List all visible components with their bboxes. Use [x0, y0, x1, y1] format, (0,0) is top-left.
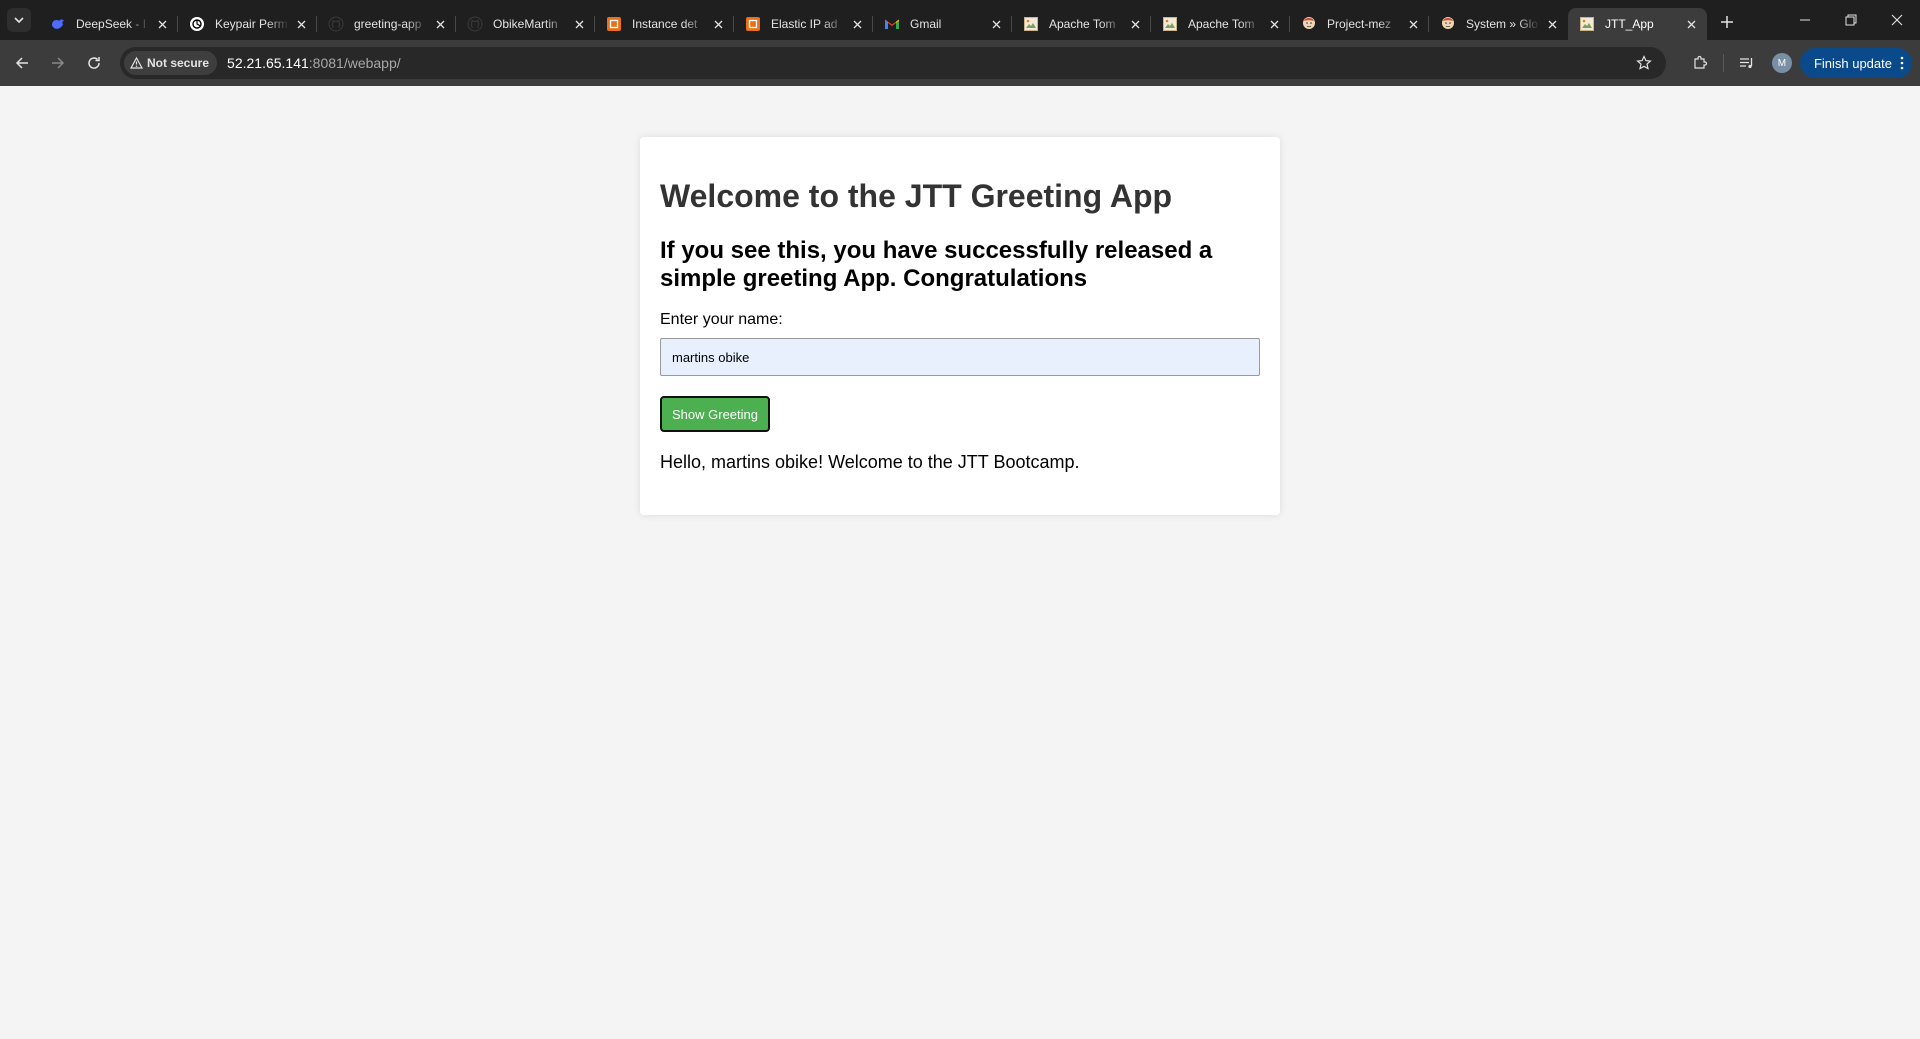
tab-title: Apache Tom [1188, 17, 1255, 31]
address-bar[interactable]: Not secure 52.21.65.141:8081/webapp/ [120, 47, 1666, 79]
url-text: 52.21.65.141:8081/webapp/ [227, 55, 401, 71]
arrow-left-icon [15, 57, 28, 69]
finish-update-button[interactable]: Finish update [1799, 48, 1912, 78]
jenkins-icon [1301, 16, 1317, 32]
profile-avatar[interactable]: M [1771, 53, 1792, 73]
tab-title: Project-mez [1327, 17, 1392, 31]
close-tab-icon[interactable] [432, 16, 448, 32]
success-message: If you see this, you have successfully r… [660, 237, 1213, 292]
close-tab-icon[interactable] [1127, 16, 1143, 32]
back-button[interactable] [5, 46, 39, 80]
browser-tab[interactable]: Gmail [873, 8, 1012, 40]
tab-title: ObikeMartin [493, 17, 558, 31]
browser-tab[interactable]: ObikeMartin [456, 8, 595, 40]
reload-button[interactable] [77, 46, 111, 80]
close-tab-icon[interactable] [1405, 16, 1421, 32]
greeting-output: Hello, martins obike! Welcome to the JTT… [660, 452, 1080, 472]
openai-icon [189, 16, 205, 32]
browser-tab[interactable]: Apache Tom [1151, 8, 1290, 40]
reload-icon [88, 57, 100, 69]
tab-title: Elastic IP ad [771, 17, 838, 31]
jenkins-icon [1440, 16, 1456, 32]
greeting-card: Welcome to the JTT Greeting App If you s… [640, 137, 1280, 515]
browser-tab[interactable]: greeting-app [317, 8, 456, 40]
tab-title: DeepSeek - I [76, 17, 147, 31]
close-tab-icon[interactable] [293, 16, 309, 32]
name-input[interactable] [660, 338, 1260, 376]
browser-tab[interactable]: JTT_App [1568, 8, 1707, 40]
tab-title: JTT_App [1605, 17, 1654, 31]
close-icon [1891, 14, 1903, 26]
show-greeting-button[interactable]: Show Greeting [660, 396, 770, 432]
media-controls-button[interactable] [1730, 46, 1764, 80]
media-queue-icon [1739, 58, 1753, 69]
tab-title: Keypair Perm [215, 17, 288, 31]
browser-tab[interactable]: DeepSeek - I [39, 8, 178, 40]
aws-icon [606, 16, 622, 32]
github-icon [328, 16, 344, 32]
arrow-right-icon [52, 57, 65, 69]
tab-title: System » Glo [1466, 17, 1539, 31]
restore-button[interactable] [1828, 0, 1874, 40]
broken-image-icon [1162, 16, 1178, 32]
close-tab-icon[interactable] [710, 16, 726, 32]
close-tab-icon[interactable] [1544, 16, 1560, 32]
github-icon [467, 16, 483, 32]
plus-icon [1721, 16, 1733, 28]
tab-title: Instance det [632, 17, 698, 31]
close-tab-icon[interactable] [571, 16, 587, 32]
tab-search-button[interactable] [7, 8, 31, 32]
name-label: Enter your name: [660, 311, 783, 328]
warning-icon [130, 57, 143, 69]
new-tab-button[interactable] [1713, 8, 1741, 36]
browser-tab[interactable]: Project-mez [1290, 8, 1429, 40]
gmail-icon [884, 16, 900, 32]
aws-icon [745, 16, 761, 32]
window-controls [1782, 0, 1920, 40]
url-path: :8081/webapp/ [308, 55, 401, 71]
browser-tab[interactable]: System » Glo [1429, 8, 1568, 40]
close-tab-icon[interactable] [1266, 16, 1282, 32]
puzzle-icon [1694, 55, 1707, 69]
security-label: Not secure [147, 56, 210, 70]
tab-strip: DeepSeek - I Keypair Perm greeting-app Obik… [0, 0, 1920, 40]
close-tab-icon[interactable] [1683, 16, 1699, 32]
toolbar-divider [1722, 54, 1724, 72]
finish-update-label: Finish update [1813, 55, 1892, 71]
url-host: 52.21.65.141 [227, 55, 309, 71]
tab-title: Apache Tom [1049, 17, 1116, 31]
broken-image-icon [1023, 16, 1039, 32]
close-tab-icon[interactable] [154, 16, 170, 32]
browser-tab[interactable]: Elastic IP ad [734, 8, 873, 40]
browser-tab[interactable]: Keypair Perm [178, 8, 317, 40]
page-viewport: Welcome to the JTT Greeting App If you s… [0, 86, 1920, 1039]
forward-button[interactable] [41, 46, 75, 80]
browser-toolbar: Not secure 52.21.65.141:8081/webapp/ M F… [0, 40, 1920, 86]
page-title: Welcome to the JTT Greeting App [660, 178, 1173, 214]
close-window-button[interactable] [1874, 0, 1920, 40]
minimize-button[interactable] [1782, 0, 1828, 40]
toolbar-right: M Finish update [1683, 40, 1920, 86]
minimize-icon [1800, 19, 1810, 21]
restore-icon [1845, 14, 1857, 26]
star-icon [1636, 55, 1652, 70]
browser-tab[interactable]: Instance det [595, 8, 734, 40]
more-vert-icon [1900, 56, 1904, 70]
bookmark-star-button[interactable] [1634, 53, 1654, 73]
tab-list: DeepSeek - I Keypair Perm greeting-app Obik… [39, 0, 1707, 40]
deepseek-icon [50, 16, 66, 32]
chevron-down-icon [14, 17, 24, 24]
extensions-button[interactable] [1683, 46, 1717, 80]
broken-image-icon [1579, 16, 1595, 32]
security-chip[interactable]: Not secure [124, 51, 218, 75]
close-tab-icon[interactable] [988, 16, 1004, 32]
tab-title: Gmail [910, 17, 942, 31]
tab-title: greeting-app [354, 17, 422, 31]
browser-tab[interactable]: Apache Tom [1012, 8, 1151, 40]
close-tab-icon[interactable] [849, 16, 865, 32]
